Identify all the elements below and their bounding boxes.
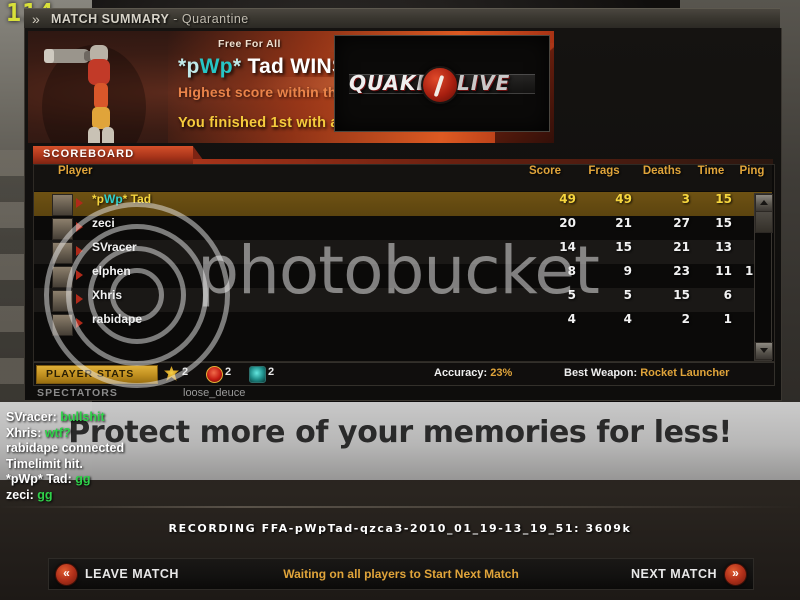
watermark-rings — [34, 192, 234, 392]
winner-line: *pWp* Tad WINS — [178, 55, 346, 79]
scoreboard-scrollbar[interactable] — [754, 193, 773, 361]
best-weapon-label: Best Weapon: — [564, 367, 638, 379]
chat-line: zeci: gg — [6, 488, 506, 504]
console-chat-log: SVracer: bullshit Xhris: wtf? rabidape c… — [6, 410, 506, 503]
chat-name: SVracer: — [6, 410, 61, 424]
recording-status: RECORDING FFA-pWpTad-qzca3-2010_01_19-13… — [168, 522, 632, 535]
player-model-avatar — [42, 45, 146, 143]
logo-word-live: LIVE — [457, 71, 511, 95]
scroll-down-arrow-icon[interactable] — [755, 342, 773, 360]
column-header-deaths: Deaths — [642, 165, 682, 177]
panel-titlebar: » MATCH SUMMARY - Quarantine — [24, 8, 780, 29]
column-header-frags: Frags — [588, 165, 620, 177]
accuracy-value: 23% — [490, 367, 513, 379]
column-header-time: Time — [697, 165, 725, 177]
chat-message: gg — [37, 487, 53, 502]
row-frags: 21 — [615, 216, 632, 230]
scoreboard-tab-label: SCOREBOARD — [43, 148, 135, 160]
chat-message: gg — [75, 472, 91, 486]
best-weapon-stat: Best Weapon: Rocket Launcher — [564, 367, 729, 379]
column-header-player: Player — [58, 165, 93, 177]
result-banner: Free For All Timelimit:15 Fraglimit:50 *… — [28, 31, 554, 143]
row-frags: 49 — [615, 192, 632, 206]
winner-name: Tad WINS — [241, 55, 347, 78]
row-time: 15 — [715, 192, 732, 206]
chat-line: SVracer: bullshit — [6, 410, 506, 426]
gametype-label: Free For All — [218, 38, 281, 50]
row-deaths: 27 — [673, 216, 690, 230]
next-match-button[interactable]: NEXT MATCH — [631, 567, 717, 581]
gauntlet-medal-count: 2 — [268, 366, 275, 378]
chat-line: Xhris: wtf? — [6, 426, 506, 442]
quake-q-icon — [421, 66, 459, 104]
accuracy-stat: Accuracy: 23% — [434, 367, 512, 379]
chat-name: Xhris: — [6, 425, 45, 440]
title-separator: - — [169, 12, 182, 26]
quake-live-logo-box: QUAKE LIVE — [334, 35, 550, 132]
title-main: MATCH SUMMARY — [51, 12, 170, 26]
chat-line: *pWp* Tad: gg — [6, 472, 506, 488]
chat-message: wtf? — [44, 425, 71, 440]
chat-name: Timelimit hit. — [6, 456, 83, 471]
background-floor-edge — [0, 506, 800, 508]
chat-name: zeci: — [6, 487, 38, 502]
logo-word-quake: QUAKE — [349, 71, 431, 95]
double-chevron-right-icon[interactable]: » — [724, 563, 747, 586]
scroll-up-arrow-icon[interactable] — [755, 194, 773, 212]
row-time: 15 — [715, 216, 732, 230]
bottom-navigation-bar: « LEAVE MATCH Waiting on all players to … — [48, 558, 754, 590]
quake-live-logo: QUAKE LIVE — [349, 66, 535, 104]
row-score: 20 — [559, 216, 576, 230]
row-deaths: 2 — [681, 312, 690, 326]
chat-name: rabidape connected — [6, 441, 125, 455]
chat-line: rabidape connected — [6, 441, 506, 457]
best-weapon-value: Rocket Launcher — [640, 367, 730, 379]
scrollbar-thumb[interactable] — [755, 211, 773, 233]
gauntlet-medal-icon — [249, 366, 266, 383]
column-header-ping: Ping — [739, 165, 765, 177]
chat-line: Timelimit hit. — [6, 457, 506, 473]
double-chevron-right-icon: » — [32, 11, 40, 27]
title-map: Quarantine — [181, 12, 249, 26]
column-header-score: Score — [529, 165, 561, 177]
accuracy-label: Accuracy: — [434, 367, 488, 379]
chat-message: bullshit — [60, 410, 105, 424]
table-header-row: Player Score Frags Deaths Time Ping — [34, 165, 772, 191]
page-title: MATCH SUMMARY - Quarantine — [51, 12, 249, 26]
winner-clan-a: p — [186, 55, 200, 78]
row-score: 49 — [559, 192, 576, 206]
watermark-ring-4 — [110, 268, 164, 322]
row-deaths: 3 — [681, 192, 690, 206]
row-score: 4 — [567, 312, 576, 326]
chat-name: *pWp* Tad: — [6, 472, 76, 486]
scoreboard-tab[interactable]: SCOREBOARD — [33, 146, 206, 164]
row-frags: 4 — [623, 312, 632, 326]
row-time: 1 — [723, 312, 732, 326]
winner-clan-b: Wp — [199, 55, 233, 78]
